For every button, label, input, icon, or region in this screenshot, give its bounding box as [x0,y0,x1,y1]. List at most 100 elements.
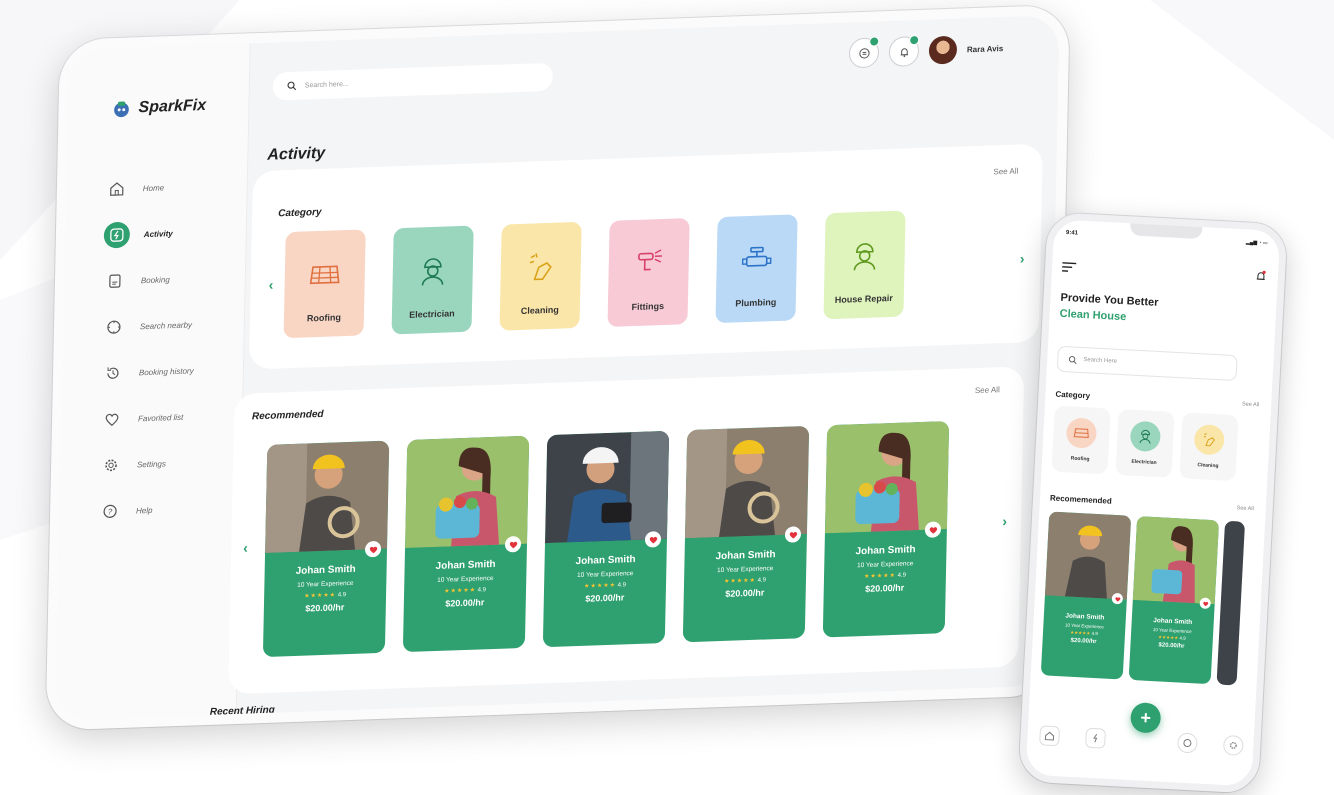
provider-card[interactable]: Johan Smith 10 Year Experience ★★★★★ 4.9… [682,425,810,643]
sidebar-item-label: Help [135,505,153,515]
tablet-screen: SparkFix Home Activity Booking Search ne… [45,4,1070,731]
phone-screen: 9:41 ▂▄▆ ◔ ▭ Provide You Better Clean Ho… [1018,212,1288,794]
heart-icon [100,407,124,432]
sidebar-item-favorited-list[interactable]: Favorited list [100,392,241,443]
provider-experience: 10 Year Experience [856,560,914,570]
category-label: Fittings [631,300,665,313]
provider-card[interactable]: Johan Smith 10 Year Experience ★★★★★ 4.9… [822,421,950,638]
roof-tiles-icon [309,265,340,285]
tab-home[interactable] [1039,725,1061,747]
sidebar-item-search-nearby[interactable]: Search nearby [101,300,242,351]
provider-info: Johan Smith 10 Year Experience ★★★★★ 4.9… [1130,600,1214,651]
provider-card[interactable]: Johan Smith 10 Year Experience ★★★★★ 4.9… [402,435,530,653]
recommended-title: Recommended [251,408,324,423]
phone-mockup: 9:41 ▂▄▆ ◔ ▭ Provide You Better Clean Ho… [1018,212,1288,794]
provider-rating: ★★★★★ 4.9 [824,570,946,581]
category-prev-arrow[interactable]: ‹ [269,277,274,293]
home-icon [105,177,129,202]
provider-card[interactable]: Johan Smith 10 Year Experience ★★★★★ 4.9… [262,440,390,658]
repair-worker-icon [853,243,876,271]
svg-text:?: ? [108,507,113,516]
compass-icon [102,315,126,340]
provider-card[interactable]: Johan Smith 10 Year Experience ★★★★★ 4.9… [542,430,670,648]
category-label: House Repair [834,292,893,305]
history-icon [101,361,125,386]
tab-settings[interactable] [1222,734,1244,756]
phone-category-see-all-link[interactable]: See All [1242,401,1259,408]
sidebar-item-label: Search nearby [139,319,193,331]
provider-name: Johan Smith [855,544,916,558]
notifications-button[interactable] [888,34,920,68]
provider-experience: 10 Year Experience [577,570,634,580]
rating-stars: ★★★★★ [1157,634,1179,641]
sidebar-item-booking-history[interactable]: Booking history [100,346,241,397]
category-see-all-link[interactable]: See All [993,167,1018,177]
category-panel: Category See All ‹ Roofing Electrician C… [248,143,1043,370]
category-card-electrician[interactable]: Electrician [391,225,474,335]
rating-value: 4.9 [477,587,487,594]
recommended-see-all-link[interactable]: See All [975,385,1000,395]
provider-name: Johan Smith [1065,612,1105,622]
phone-notch [1129,221,1203,240]
phone-provider-card-partial[interactable] [1216,520,1246,686]
provider-photo [1132,516,1220,605]
provider-rating: ★★★★★ 4.9 [684,575,806,586]
provider-experience: 10 Year Experience [716,565,774,575]
category-card-roofing[interactable]: Roofing [283,229,366,339]
tab-activity[interactable] [1085,727,1107,749]
sidebar-item-activity[interactable]: Activity [103,208,244,259]
category-card-house-repair[interactable]: House Repair [823,210,906,320]
recommended-next-arrow[interactable]: › [1002,513,1007,529]
provider-name: Johan Smith [1153,617,1193,627]
phone-search-input[interactable]: Search Here [1083,357,1117,365]
phone-recommended-see-all-link[interactable]: See All [1236,505,1253,512]
phone-category-electrician[interactable]: Electrician [1115,408,1175,478]
phone-category-label: Roofing [1070,455,1090,463]
tablet-mockup: SparkFix Home Activity Booking Search ne… [45,4,1070,731]
bell-icon [900,47,908,57]
sidebar-item-booking[interactable]: Booking [102,254,243,305]
recommended-prev-arrow[interactable]: ‹ [243,540,248,556]
gear-icon [1229,741,1237,749]
sidebar-item-settings[interactable]: Settings [99,438,240,489]
avatar[interactable] [928,35,958,65]
messages-button[interactable] [848,36,880,69]
rating-value: 4.9 [617,582,627,589]
search-bar[interactable]: Search here... [272,62,554,101]
search-input[interactable]: Search here... [305,80,349,89]
app-name: SparkFix [138,96,207,117]
phone-category-roofing[interactable]: Roofing [1051,405,1111,475]
user-name[interactable]: Rara Avis [967,44,1004,54]
phone-provider-card[interactable]: Johan Smith 10 Year Experience ★★★★★ 4.9… [1128,516,1220,685]
header-actions: Rara Avis [848,33,1004,69]
category-next-arrow[interactable]: › [1020,250,1025,266]
rating-stars: ★★★★★ [1070,629,1091,636]
provider-info: Johan Smith 10 Year Experience ★★★★★ 4.9… [263,549,387,657]
tab-messages[interactable] [1176,732,1198,754]
recommended-list: Johan Smith 10 Year Experience ★★★★★ 4.9… [262,421,950,658]
phone-recommended-title: Recomemended [1049,493,1112,506]
bell-icon[interactable] [1256,270,1267,283]
sidebar-item-help[interactable]: ? Help [98,484,239,535]
provider-name: Johan Smith [575,553,636,568]
phone-search-bar[interactable]: Search Here [1056,345,1238,382]
rating-stars: ★★★★★ [584,582,617,590]
phone-provider-card[interactable]: Johan Smith 10 Year Experience ★★★★★ 4.9… [1040,511,1132,680]
pipe-valve-icon [741,246,772,267]
menu-icon[interactable] [1061,262,1077,273]
category-card-cleaning[interactable]: Cleaning [499,221,582,331]
sidebar-item-home[interactable]: Home [104,162,245,213]
roof-tiles-icon [1065,417,1098,449]
app-logo[interactable]: SparkFix [110,95,206,120]
category-card-plumbing[interactable]: Plumbing [715,214,798,324]
provider-price: $20.00/hr [865,582,905,594]
sidebar-item-label: Booking [140,274,170,285]
category-card-fittings[interactable]: Fittings [607,218,690,327]
sidebar-nav: Home Activity Booking Search nearby Book… [98,162,246,535]
add-button[interactable]: + [1129,702,1162,734]
rating-value: 4.9 [337,592,347,599]
worker-icon [421,258,444,286]
provider-experience: 10 Year Experience [437,574,494,584]
category-label: Plumbing [735,297,777,309]
phone-category-cleaning[interactable]: Cleaning [1179,412,1239,482]
